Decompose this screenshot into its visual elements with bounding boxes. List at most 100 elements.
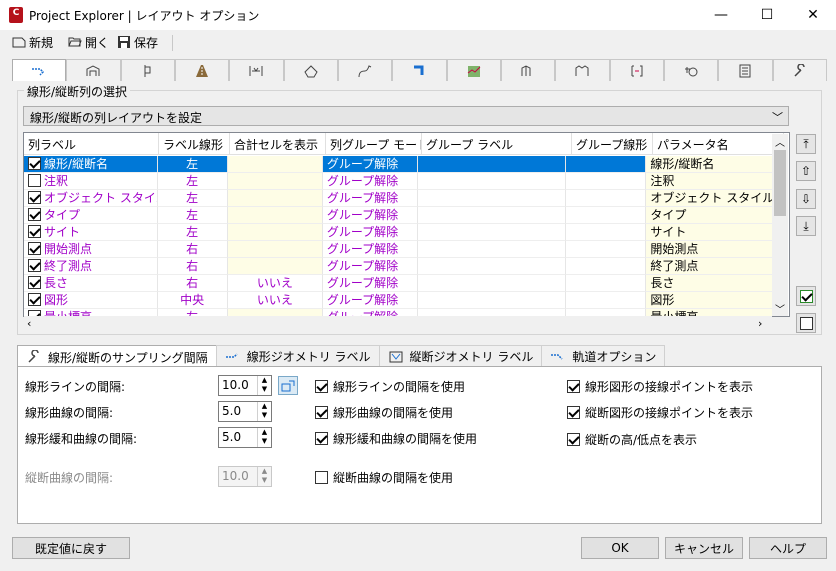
cell-param[interactable]: 終了測点 (646, 258, 776, 275)
cell-mode[interactable]: グループ解除 (322, 190, 418, 207)
cell-column-label[interactable]: 長さ (24, 275, 158, 292)
cell-align[interactable]: 左 (157, 224, 228, 241)
header-label-alignment[interactable]: ラベル線形 (159, 133, 230, 155)
checkbox[interactable] (567, 433, 580, 446)
table-row[interactable]: 終了測点右グループ解除 終了測点 (24, 258, 776, 275)
cell-param[interactable]: 線形/縦断名 (646, 156, 776, 173)
cell-align[interactable]: 左 (157, 207, 228, 224)
cell-galign[interactable] (566, 292, 647, 309)
cell-param[interactable]: タイプ (646, 207, 776, 224)
tab-points[interactable] (609, 59, 664, 81)
tab-rail-options[interactable]: 軌道オプション (541, 345, 666, 367)
spin-up-icon[interactable]: ▲ (258, 428, 271, 437)
scroll-up-icon[interactable]: ︿ (775, 134, 785, 149)
header-group-alignment[interactable]: グループ線形 (572, 133, 653, 155)
cell-total[interactable] (227, 258, 323, 275)
header-column-label[interactable]: 列ラベル (24, 133, 159, 155)
cell-mode[interactable]: グループ解除 (322, 258, 418, 275)
save-button[interactable]: 保存 (117, 33, 158, 51)
cell-column-label[interactable]: サイト (24, 224, 158, 241)
cell-align[interactable]: 右 (157, 241, 228, 258)
tab-sampling-interval[interactable]: 線形/縦断のサンプリング間隔 (17, 345, 217, 368)
cell-mode[interactable]: グループ解除 (322, 275, 418, 292)
cell-glabel[interactable] (417, 190, 567, 207)
spin-down-icon[interactable]: ▼ (258, 411, 271, 420)
column-layout-dropdown[interactable]: 線形/縦断の列レイアウトを設定 ﹀ (23, 106, 789, 126)
cell-mode[interactable]: グループ解除 (322, 292, 418, 309)
cell-mode[interactable]: グループ解除 (322, 207, 418, 224)
spin-up-icon[interactable]: ▲ (258, 402, 271, 411)
cell-mode[interactable]: グループ解除 (322, 156, 418, 173)
tab-feature-lines[interactable] (500, 59, 556, 81)
cell-galign[interactable] (566, 156, 647, 173)
cell-total[interactable]: いいえ (227, 275, 323, 292)
cell-total[interactable] (227, 207, 323, 224)
close-button[interactable]: ✕ (790, 0, 836, 30)
cell-param[interactable]: 図形 (646, 292, 776, 309)
table-row[interactable]: 図形 中央 いいえ グループ解除 図形 (24, 292, 776, 309)
table-row[interactable]: 線形/縦断名左グループ解除 線形/縦断名 (24, 156, 776, 173)
row-checkbox[interactable] (28, 208, 41, 221)
checkbox[interactable] (315, 432, 328, 445)
cell-column-label[interactable]: タイプ (24, 207, 158, 224)
tab-structures[interactable] (66, 59, 121, 81)
pick-from-drawing-button[interactable] (278, 376, 298, 395)
row-checkbox[interactable] (28, 225, 41, 238)
cell-galign[interactable] (566, 207, 647, 224)
cell-galign[interactable] (566, 241, 647, 258)
spin-down-icon[interactable]: ▼ (258, 385, 271, 394)
move-down-button[interactable]: ⇩ (796, 189, 816, 209)
scroll-down-icon[interactable]: ﹀ (775, 301, 785, 316)
tab-settings[interactable] (772, 59, 827, 81)
cell-align[interactable]: 左 (157, 190, 228, 207)
tab-survey[interactable] (555, 59, 610, 81)
use-curve-interval-checkbox[interactable]: 線形曲線の間隔を使用 (315, 404, 453, 421)
cell-column-label[interactable]: 終了測点 (24, 258, 158, 275)
tab-pressure-networks[interactable] (392, 59, 447, 81)
cell-param[interactable]: 注釈 (646, 173, 776, 190)
tab-sample-lines[interactable] (120, 59, 175, 81)
cell-column-label[interactable]: 開始測点 (24, 241, 158, 258)
cell-column-label[interactable]: 線形/縦断名 (24, 156, 158, 173)
table-row[interactable]: サイト左グループ解除 サイト (24, 224, 776, 241)
spin-up-icon[interactable]: ▲ (258, 376, 271, 385)
cell-glabel[interactable] (417, 275, 567, 292)
use-profile-curve-interval-checkbox[interactable]: 縦断曲線の間隔を使用 (315, 469, 453, 486)
tab-pipe-networks[interactable] (337, 59, 393, 81)
cell-column-label[interactable]: オブジェクト スタイル (24, 190, 158, 207)
show-high-low-points-checkbox[interactable]: 縦断の高/低点を表示 (567, 431, 697, 448)
checkbox[interactable] (567, 406, 580, 419)
row-checkbox[interactable] (28, 259, 41, 272)
checkbox[interactable] (315, 406, 328, 419)
cell-param[interactable]: 長さ (646, 275, 776, 292)
cell-mode[interactable]: グループ解除 (322, 173, 418, 190)
move-up-button[interactable]: ⇧ (796, 161, 816, 181)
use-line-interval-checkbox[interactable]: 線形ラインの間隔を使用 (315, 378, 465, 395)
tab-alignment-geometry-labels[interactable]: 線形ジオメトリ ラベル (215, 345, 380, 367)
spin-down-icon[interactable]: ▼ (258, 437, 271, 446)
cell-param[interactable]: オブジェクト スタイル (646, 190, 776, 207)
row-checkbox[interactable] (28, 191, 41, 204)
tab-corridors[interactable] (174, 59, 230, 81)
cancel-button[interactable]: キャンセル (665, 537, 743, 559)
cell-glabel[interactable] (417, 156, 567, 173)
header-show-total[interactable]: 合計セルを表示 (230, 133, 326, 155)
ok-button[interactable]: OK (581, 537, 659, 559)
cell-galign[interactable] (566, 190, 647, 207)
cell-galign[interactable] (566, 275, 647, 292)
cell-glabel[interactable] (417, 173, 567, 190)
cell-glabel[interactable] (417, 258, 567, 275)
grid-scroll-thumb[interactable] (774, 150, 786, 216)
cell-mode[interactable]: グループ解除 (322, 241, 418, 258)
cell-galign[interactable] (566, 173, 647, 190)
cell-column-label[interactable]: 図形 (24, 292, 158, 309)
cell-align[interactable]: 中央 (157, 292, 228, 309)
scroll-left-icon[interactable]: ‹ (27, 317, 31, 330)
tab-alignment-profile[interactable] (12, 59, 67, 81)
alignment-curve-interval-spinner[interactable]: 5.0 ▲ ▼ (218, 401, 272, 422)
cell-total[interactable] (227, 173, 323, 190)
open-button[interactable]: 開く (68, 33, 109, 51)
row-checkbox[interactable] (28, 242, 41, 255)
tab-surfaces[interactable] (446, 59, 501, 81)
cell-total[interactable]: いいえ (227, 292, 323, 309)
